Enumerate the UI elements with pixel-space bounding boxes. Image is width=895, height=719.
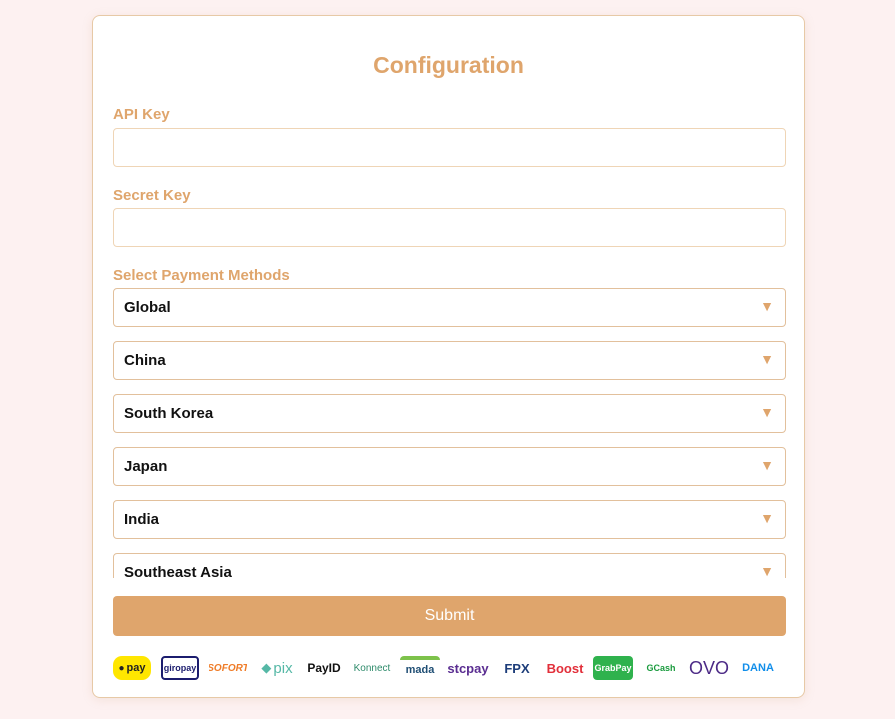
grabpay-logo: GrabPay <box>593 656 633 680</box>
boost-logo: Boost <box>546 660 584 676</box>
payment-methods-list[interactable]: Global ▼ China ▼ South Korea ▼ Japan ▼ I… <box>93 288 804 578</box>
region-select-japan[interactable]: Japan ▼ <box>113 447 786 486</box>
region-select-label: South Korea <box>124 405 214 422</box>
region-select-china[interactable]: China ▼ <box>113 341 786 380</box>
chevron-down-icon: ▼ <box>760 563 774 578</box>
region-select-label: Global <box>124 299 171 316</box>
payment-methods-label: Select Payment Methods <box>113 267 290 284</box>
region-select-label: Japan <box>124 458 168 475</box>
submit-button[interactable]: Submit <box>113 596 786 636</box>
page-title: Configuration <box>373 52 524 78</box>
chevron-down-icon: ▼ <box>760 351 774 367</box>
region-select-global[interactable]: Global ▼ <box>113 288 786 327</box>
region-select-label: Southeast Asia <box>124 564 232 578</box>
chevron-down-icon: ▼ <box>760 404 774 420</box>
fpx-logo: FPX <box>504 660 530 676</box>
pix-logo: ◆ pix <box>261 659 293 677</box>
secret-key-input[interactable] <box>113 208 786 247</box>
ovo-logo: OVO <box>689 657 729 678</box>
region-select-southeast-asia[interactable]: Southeast Asia ▼ <box>113 553 786 578</box>
payment-logos: ● pay giropay SOFORT ◆ pix PayID Konnect m… <box>113 656 786 680</box>
region-select-label: China <box>124 352 166 369</box>
gcash-logo: GCash <box>646 663 676 673</box>
sofort-logo: SOFORT <box>209 662 247 674</box>
giropay-logo: giropay <box>161 656 199 680</box>
region-select-south-korea[interactable]: South Korea ▼ <box>113 394 786 433</box>
api-key-input[interactable] <box>113 128 786 167</box>
chevron-down-icon: ▼ <box>760 457 774 473</box>
chevron-down-icon: ▼ <box>760 298 774 314</box>
mada-logo: mada <box>400 656 440 680</box>
stcpay-logo: stcpay <box>447 660 489 676</box>
secret-key-label: Secret Key <box>113 187 191 204</box>
configuration-card: Configuration API Key Secret Key Select … <box>92 15 805 698</box>
kakaopay-logo: ● pay <box>113 656 151 680</box>
dana-logo: DANA <box>742 662 774 674</box>
konnect-logo: Konnect <box>353 662 391 674</box>
region-select-label: India <box>124 511 160 528</box>
region-select-india[interactable]: India ▼ <box>113 500 786 539</box>
payid-logo: PayID <box>307 661 341 675</box>
chevron-down-icon: ▼ <box>760 510 774 526</box>
api-key-label: API Key <box>113 106 170 123</box>
